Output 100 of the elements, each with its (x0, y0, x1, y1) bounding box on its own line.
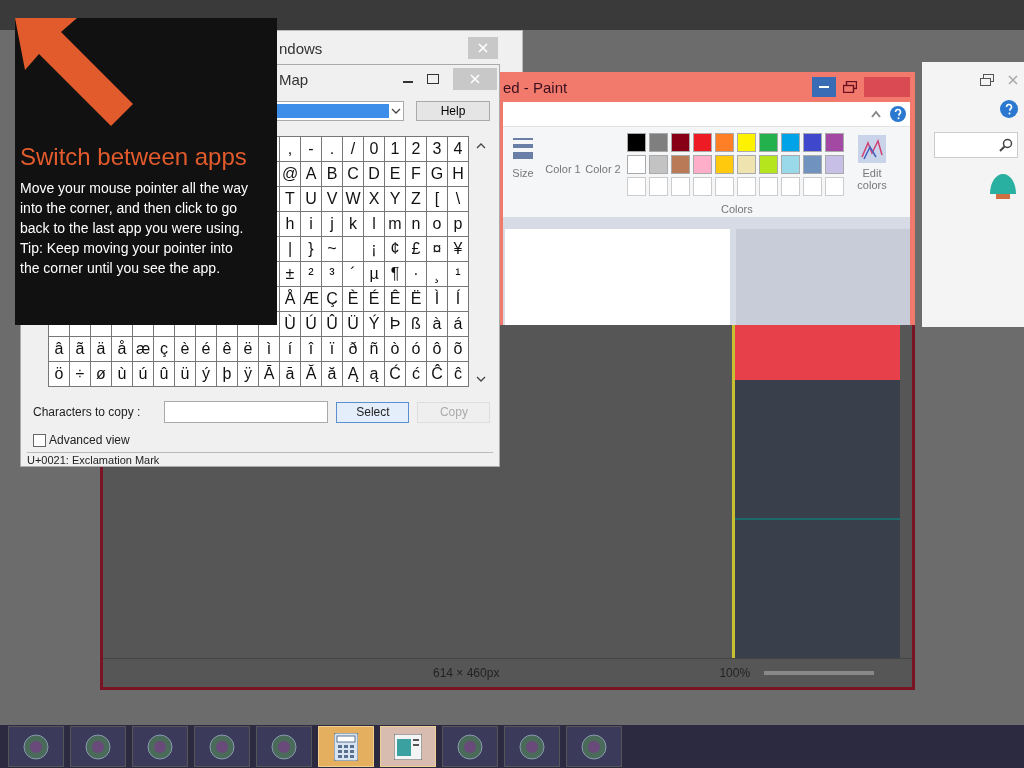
restore-icon[interactable] (843, 81, 857, 93)
character-cell[interactable]: æ (133, 337, 153, 361)
character-cell[interactable]: ĉ (448, 362, 468, 386)
taskbar-button[interactable] (504, 726, 560, 767)
character-cell[interactable]: Y (385, 187, 405, 211)
character-cell[interactable]: Ú (301, 312, 321, 336)
character-cell[interactable]: ¢ (385, 237, 405, 261)
color-swatch[interactable] (649, 155, 668, 174)
character-cell[interactable]: B (322, 162, 342, 186)
characters-field[interactable] (164, 401, 329, 423)
character-cell[interactable]: é (196, 337, 216, 361)
character-cell[interactable]: Ì (427, 287, 447, 311)
character-cell[interactable]: Ü (343, 312, 363, 336)
character-cell[interactable]: n (406, 212, 426, 236)
character-cell[interactable]: ã (70, 337, 90, 361)
character-cell[interactable]: ë (238, 337, 258, 361)
character-cell[interactable]: \ (448, 187, 468, 211)
character-cell[interactable]: û (154, 362, 174, 386)
color-wheel-icon[interactable] (858, 135, 886, 163)
character-cell[interactable]: ÷ (70, 362, 90, 386)
color-swatch[interactable] (715, 133, 734, 152)
color-2-button[interactable]: Color 2 (583, 127, 623, 175)
color-1-button[interactable]: Color 1 (543, 127, 583, 175)
character-cell[interactable]: á (448, 312, 468, 336)
taskbar-button[interactable] (566, 726, 622, 767)
empty-color-slot[interactable] (671, 177, 690, 196)
character-cell[interactable]: Ą (343, 362, 363, 386)
character-cell[interactable]: ð (343, 337, 363, 361)
character-cell[interactable]: Þ (385, 312, 405, 336)
restore-icon[interactable] (980, 74, 994, 86)
taskbar-button[interactable] (132, 726, 188, 767)
character-cell[interactable]: ñ (364, 337, 384, 361)
close-button[interactable] (468, 37, 498, 59)
character-cell[interactable]: k (343, 212, 363, 236)
character-cell[interactable]: - (301, 137, 321, 161)
character-cell[interactable]: 0 (364, 137, 384, 161)
character-cell[interactable]: Z (406, 187, 426, 211)
character-cell[interactable]: [ (427, 187, 447, 211)
empty-color-slot[interactable] (759, 177, 778, 196)
character-cell[interactable]: } (301, 237, 321, 261)
character-cell[interactable]: ² (301, 262, 321, 286)
color-swatch[interactable] (715, 155, 734, 174)
character-cell[interactable]: ´ (343, 262, 363, 286)
taskbar-button[interactable] (256, 726, 312, 767)
character-cell[interactable]: þ (217, 362, 237, 386)
help-button[interactable]: Help (416, 101, 490, 121)
character-cell[interactable]: o (427, 212, 447, 236)
character-cell[interactable]: 2 (406, 137, 426, 161)
color-swatch[interactable] (649, 133, 668, 152)
character-cell[interactable]: G (427, 162, 447, 186)
character-cell[interactable]: ¥ (448, 237, 468, 261)
character-cell[interactable]: ú (133, 362, 153, 386)
close-button[interactable] (453, 68, 497, 90)
character-cell[interactable]: µ (364, 262, 384, 286)
minimize-button[interactable] (812, 77, 836, 97)
character-cell[interactable]: í (280, 337, 300, 361)
color-swatch[interactable] (627, 133, 646, 152)
character-cell[interactable]: É (364, 287, 384, 311)
character-cell[interactable]: ¸ (427, 262, 447, 286)
character-cell[interactable]: â (49, 337, 69, 361)
color-swatch[interactable] (737, 133, 756, 152)
character-cell[interactable]: U (301, 187, 321, 211)
character-cell[interactable]: è (175, 337, 195, 361)
character-cell[interactable]: ¶ (385, 262, 405, 286)
character-cell[interactable]: ÿ (238, 362, 258, 386)
search-field[interactable] (934, 132, 1018, 158)
character-cell[interactable]: å (112, 337, 132, 361)
character-cell[interactable]: m (385, 212, 405, 236)
taskbar-button[interactable] (8, 726, 64, 767)
character-cell[interactable]: V (322, 187, 342, 211)
character-cell[interactable]: ą (364, 362, 384, 386)
character-cell[interactable]: Ý (364, 312, 384, 336)
character-cell[interactable]: ì (259, 337, 279, 361)
color-swatch[interactable] (825, 155, 844, 174)
character-cell[interactable]: T (280, 187, 300, 211)
character-cell[interactable]: 4 (448, 137, 468, 161)
color-swatch[interactable] (759, 133, 778, 152)
character-cell[interactable]: ć (406, 362, 426, 386)
color-swatch[interactable] (781, 133, 800, 152)
empty-color-slot[interactable] (781, 177, 800, 196)
line-size-icon[interactable] (513, 137, 533, 161)
close-icon[interactable] (1008, 75, 1018, 85)
character-cell[interactable]: Ê (385, 287, 405, 311)
character-cell[interactable]: à (427, 312, 447, 336)
checkbox[interactable] (33, 433, 46, 447)
character-cell[interactable]: î (301, 337, 321, 361)
character-cell[interactable]: ý (196, 362, 216, 386)
empty-color-slot[interactable] (737, 177, 756, 196)
character-cell[interactable]: . (322, 137, 342, 161)
character-cell[interactable]: A (301, 162, 321, 186)
character-cell[interactable]: Û (322, 312, 342, 336)
color-swatch[interactable] (693, 155, 712, 174)
character-cell[interactable]: ç (154, 337, 174, 361)
color-swatch[interactable] (671, 133, 690, 152)
shell-icon[interactable] (988, 172, 1018, 200)
character-cell[interactable]: l (364, 212, 384, 236)
character-cell[interactable]: / (343, 137, 363, 161)
character-cell[interactable]: Ć (385, 362, 405, 386)
empty-color-slot[interactable] (825, 177, 844, 196)
character-cell[interactable]: X (364, 187, 384, 211)
